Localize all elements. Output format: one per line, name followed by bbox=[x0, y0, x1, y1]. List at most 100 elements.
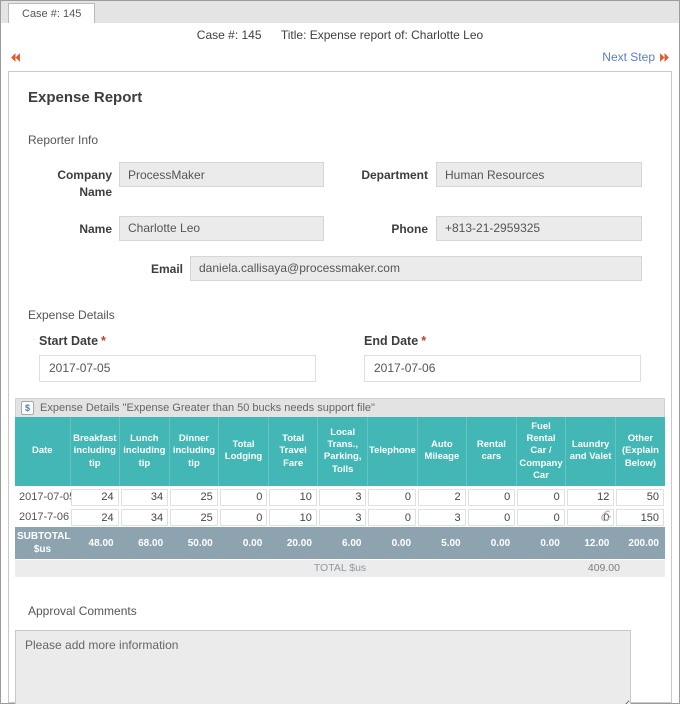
expense-cell-input[interactable] bbox=[220, 489, 268, 506]
email-label: Email bbox=[27, 256, 190, 278]
expense-cell-input[interactable] bbox=[368, 509, 416, 526]
expense-cell-input[interactable] bbox=[418, 489, 466, 506]
phone-label: Phone bbox=[324, 216, 436, 238]
case-number-text: Case #: 145 bbox=[197, 28, 262, 42]
expense-cell-input[interactable] bbox=[517, 509, 565, 526]
form-row-email: Email bbox=[27, 256, 642, 281]
column-header: Local Trans., Parking, Tolls bbox=[318, 417, 368, 487]
expense-table: DateBreakfast including tipLunch includi… bbox=[15, 417, 665, 577]
end-date-input[interactable] bbox=[364, 355, 641, 382]
subtotal-value: 0.00 bbox=[467, 527, 517, 560]
form-row-company-department: Company Name Department bbox=[27, 162, 642, 201]
expense-cell-input[interactable] bbox=[121, 509, 169, 526]
required-asterisk: * bbox=[101, 334, 106, 348]
expense-cell-input[interactable] bbox=[319, 509, 367, 526]
expense-row: 2017-7-06 bbox=[15, 507, 665, 528]
department-label: Department bbox=[324, 162, 436, 184]
column-header: Dinner including tip bbox=[169, 417, 219, 487]
form-title: Expense Report bbox=[28, 89, 671, 106]
company-name-input[interactable] bbox=[119, 162, 324, 187]
subtotal-value: 200.00 bbox=[615, 527, 665, 560]
case-window: Case #: 145 Case #: 145 Title: Expense r… bbox=[0, 0, 680, 704]
start-date-label: Start Date* bbox=[39, 334, 316, 348]
expense-cell-input[interactable] bbox=[269, 489, 317, 506]
expense-cell-input[interactable] bbox=[71, 509, 119, 526]
subtotal-value: 5.00 bbox=[417, 527, 467, 560]
subtotal-value: 0.00 bbox=[219, 527, 269, 560]
total-label: TOTAL $us bbox=[15, 562, 665, 574]
subtotal-value: 0.00 bbox=[367, 527, 417, 560]
department-input[interactable] bbox=[436, 162, 642, 187]
subtotal-value: 20.00 bbox=[268, 527, 318, 560]
start-date-field: Start Date* bbox=[39, 334, 316, 382]
expense-cell-input[interactable] bbox=[269, 509, 317, 526]
expense-report-form: Expense Report Reporter Info Company Nam… bbox=[8, 71, 672, 703]
email-input[interactable] bbox=[190, 256, 642, 281]
form-row-name-phone: Name Phone bbox=[27, 216, 642, 241]
expense-cell-input[interactable] bbox=[616, 509, 664, 526]
expense-cell-input[interactable] bbox=[319, 489, 367, 506]
column-header: Lunch including tip bbox=[120, 417, 170, 487]
end-date-field: End Date* bbox=[364, 334, 641, 382]
subtotal-value: 68.00 bbox=[120, 527, 170, 560]
step-nav: Next Step bbox=[1, 45, 679, 69]
subtotal-value: 48.00 bbox=[70, 527, 120, 560]
approval-comments-textarea[interactable]: Please add more information bbox=[15, 630, 631, 704]
section-expense-details: Expense Details bbox=[28, 308, 671, 322]
column-header: Telephone bbox=[367, 417, 417, 487]
column-header: Date bbox=[15, 417, 70, 487]
subtotal-value: 50.00 bbox=[169, 527, 219, 560]
company-name-label: Company Name bbox=[27, 162, 119, 201]
expense-cell-input[interactable] bbox=[567, 489, 615, 506]
subtotal-row: SUBTOTAL $us48.0068.0050.000.0020.006.00… bbox=[15, 527, 665, 560]
tab-strip: Case #: 145 bbox=[1, 1, 679, 23]
next-step-link[interactable]: Next Step bbox=[602, 50, 655, 64]
tab-case[interactable]: Case #: 145 bbox=[8, 3, 95, 23]
expense-cell-input[interactable] bbox=[170, 489, 218, 506]
expense-grid-titlebar: $ Expense Details "Expense Greater than … bbox=[15, 398, 665, 417]
next-step: Next Step bbox=[602, 50, 670, 64]
total-value: 409.00 bbox=[588, 562, 620, 574]
expense-cell-input[interactable] bbox=[368, 489, 416, 506]
previous-step-icon[interactable] bbox=[10, 52, 21, 63]
name-label: Name bbox=[27, 216, 119, 238]
expense-cell-input[interactable] bbox=[567, 509, 615, 526]
expense-date-cell: 2017-7-06 bbox=[15, 507, 70, 528]
expense-row: 2017-07-05 bbox=[15, 486, 665, 507]
expense-cell-input[interactable] bbox=[468, 489, 516, 506]
case-title-text: Title: Expense report of: Charlotte Leo bbox=[281, 28, 483, 42]
expense-cell-input[interactable] bbox=[170, 509, 218, 526]
expense-date-cell: 2017-07-05 bbox=[15, 486, 70, 507]
subtotal-value: 0.00 bbox=[516, 527, 566, 560]
column-header: Total Lodging bbox=[219, 417, 269, 487]
column-header: Rental cars bbox=[467, 417, 517, 487]
expense-cell-input[interactable] bbox=[418, 509, 466, 526]
expense-cell-input[interactable] bbox=[121, 489, 169, 506]
subtotal-label: SUBTOTAL $us bbox=[15, 527, 70, 560]
expense-cell-input[interactable] bbox=[468, 509, 516, 526]
column-header: Auto Mileage bbox=[417, 417, 467, 487]
column-header: Breakfast including tip bbox=[70, 417, 120, 487]
section-reporter-info: Reporter Info bbox=[28, 133, 671, 147]
expense-grid-title: Expense Details "Expense Greater than 50… bbox=[40, 402, 375, 414]
subtotal-value: 12.00 bbox=[566, 527, 616, 560]
column-header: Laundry and Valet bbox=[566, 417, 616, 487]
next-step-icon[interactable] bbox=[659, 52, 670, 63]
expense-grid: $ Expense Details "Expense Greater than … bbox=[15, 398, 665, 577]
phone-input[interactable] bbox=[436, 216, 642, 241]
start-date-input[interactable] bbox=[39, 355, 316, 382]
dates-row: Start Date* End Date* bbox=[39, 334, 641, 382]
column-header: Total Travel Fare bbox=[268, 417, 318, 487]
expense-cell-input[interactable] bbox=[71, 489, 119, 506]
required-asterisk: * bbox=[421, 334, 426, 348]
end-date-label: End Date* bbox=[364, 334, 641, 348]
subtotal-value: 6.00 bbox=[318, 527, 368, 560]
section-approval-comments: Approval Comments bbox=[28, 604, 671, 618]
total-row: TOTAL $us409.00 bbox=[15, 560, 665, 577]
name-input[interactable] bbox=[119, 216, 324, 241]
expense-cell-input[interactable] bbox=[517, 489, 565, 506]
column-header: Other (Explain Below) bbox=[615, 417, 665, 487]
expense-cell-input[interactable] bbox=[616, 489, 664, 506]
case-title-bar: Case #: 145 Title: Expense report of: Ch… bbox=[1, 23, 679, 43]
expense-cell-input[interactable] bbox=[220, 509, 268, 526]
